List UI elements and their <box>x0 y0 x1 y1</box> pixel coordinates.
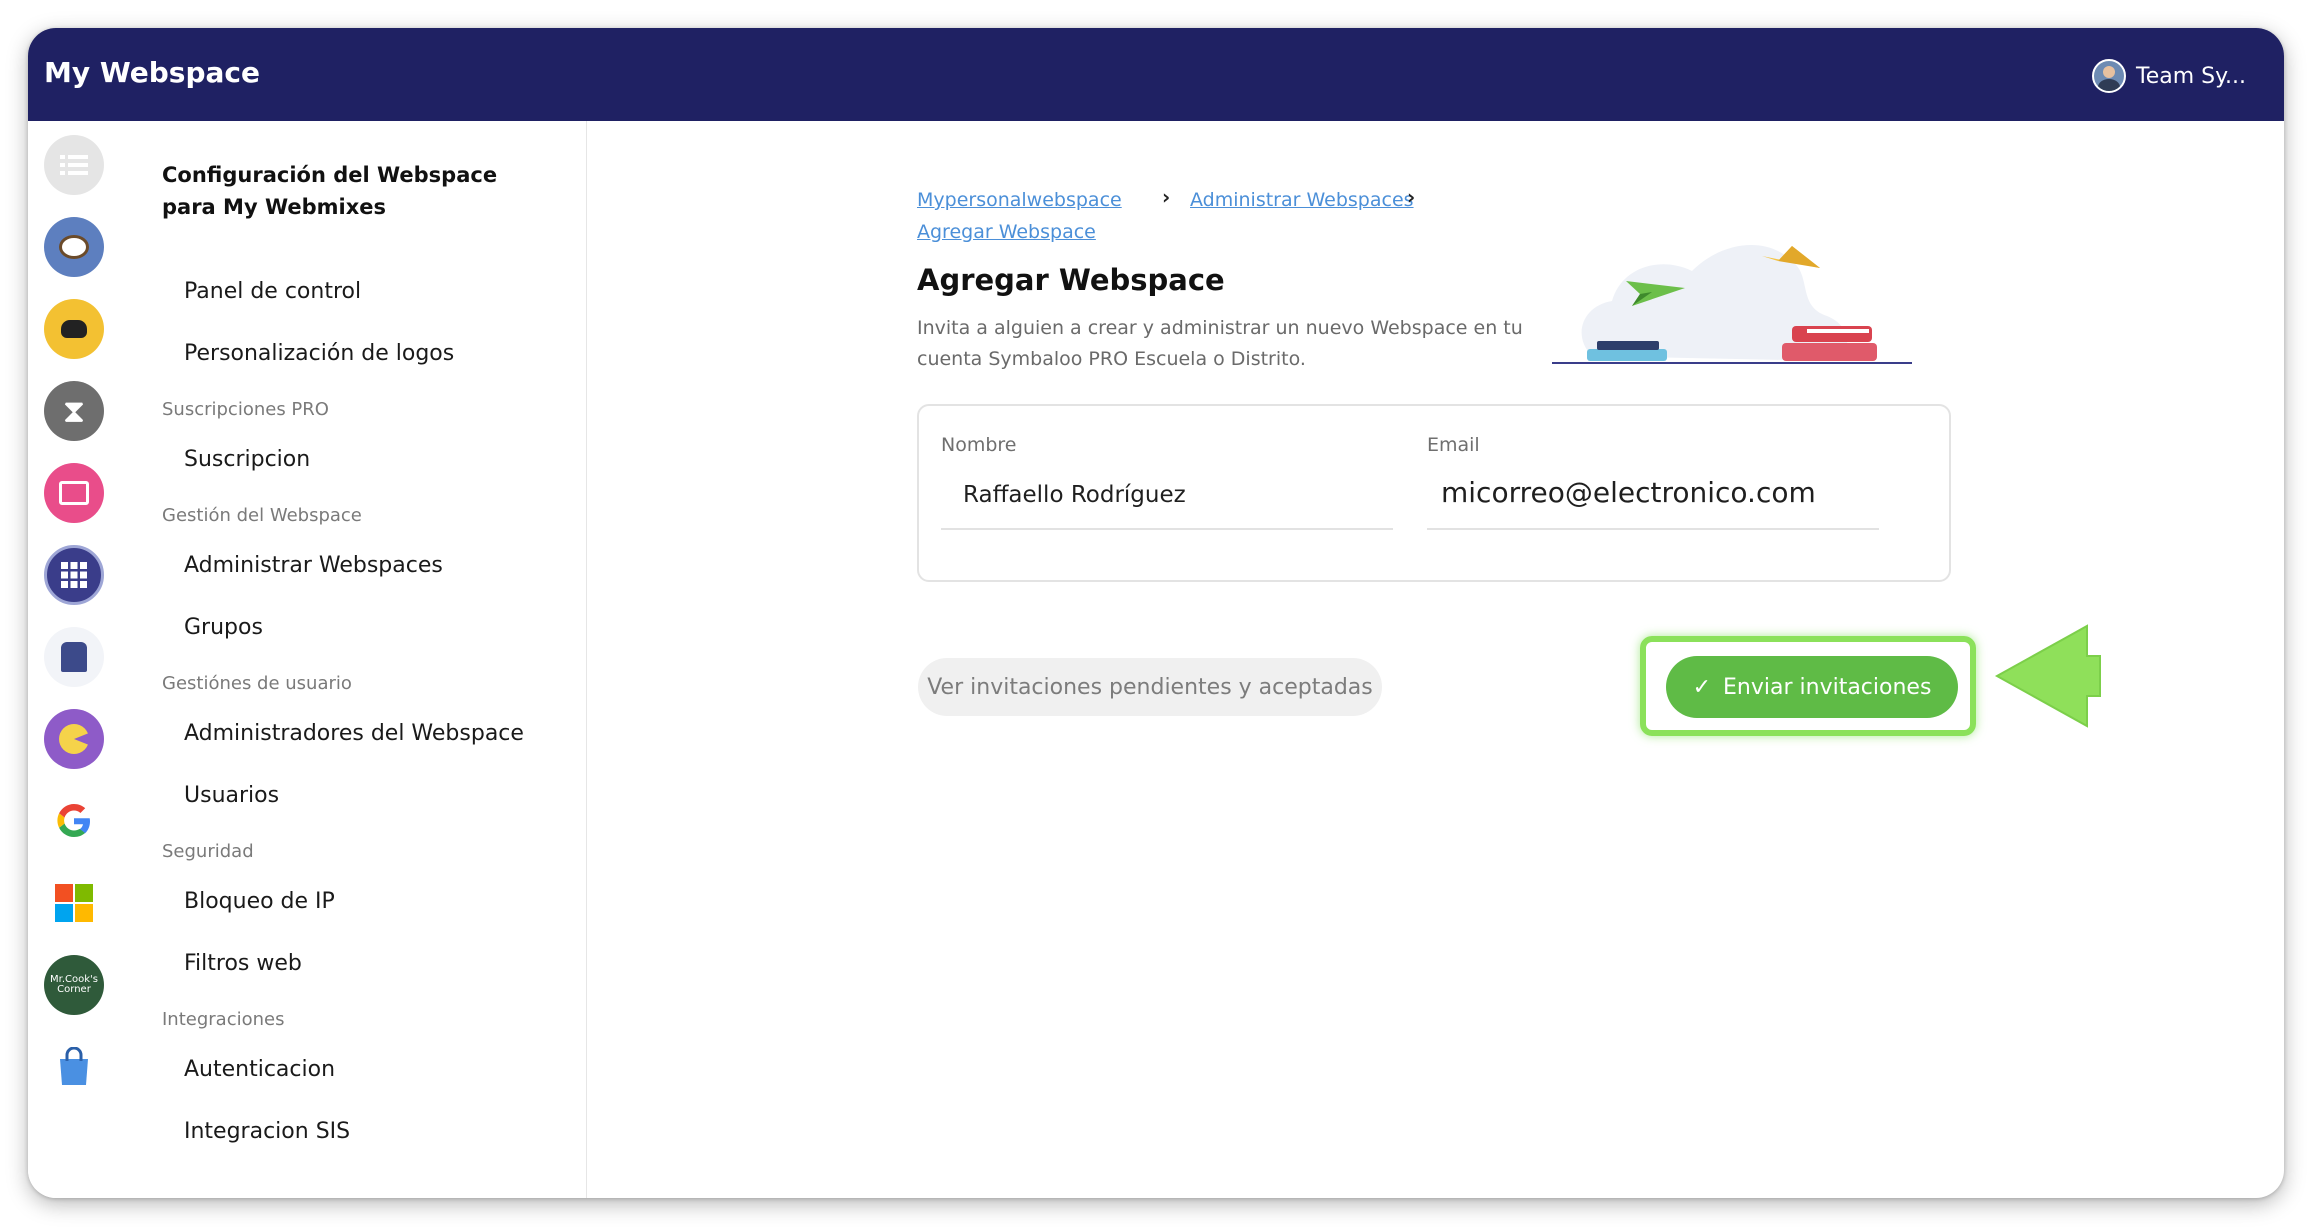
nav-item-filtros[interactable]: Filtros web <box>184 951 302 976</box>
nav-section-usuario: Gestiónes de usuario <box>162 673 352 694</box>
google-icon[interactable] <box>44 791 104 851</box>
graduates-icon[interactable] <box>44 627 104 687</box>
app-window: My Webspace Team Sy... Mr <box>28 28 2284 1198</box>
nav-item-logos[interactable]: Personalización de logos <box>184 341 454 366</box>
chevron-right-icon: › <box>1407 185 1416 209</box>
webmix-icon-bar: Mr.Cook's Corner <box>28 121 123 1198</box>
shopping-bag-icon[interactable] <box>44 1037 104 1097</box>
name-field[interactable]: Raffaello Rodríguez <box>963 482 1186 508</box>
nav-section-integraciones: Integraciones <box>162 1009 285 1030</box>
hourglass-icon[interactable] <box>44 381 104 441</box>
email-field-underline <box>1427 528 1879 530</box>
settings-title: Configuración del Webspace para My Webmi… <box>162 163 498 219</box>
pacman-icon[interactable] <box>44 709 104 769</box>
page-description: Invita a alguien a crear y administrar u… <box>917 317 1523 370</box>
send-invitations-button[interactable]: ✓ Enviar invitaciones <box>1666 656 1958 718</box>
pointer-arrow-icon <box>1994 624 2101 728</box>
owl-icon[interactable] <box>44 217 104 277</box>
email-label: Email <box>1427 434 1480 456</box>
breadcrumb-link-home[interactable]: Mypersonalwebspace <box>917 189 1122 211</box>
name-label: Nombre <box>941 434 1017 456</box>
cat-icon[interactable] <box>44 299 104 359</box>
invite-form: Nombre Raffaello Rodríguez Email micorre… <box>917 404 1951 582</box>
send-invitations-label: Enviar invitaciones <box>1723 674 1932 700</box>
nav-item-grupos[interactable]: Grupos <box>184 615 263 640</box>
nav-item-ip[interactable]: Bloqueo de IP <box>184 889 335 914</box>
user-menu[interactable]: Team Sy... <box>2092 58 2246 94</box>
grid-icon[interactable] <box>44 545 104 605</box>
nav-item-admin-webspaces[interactable]: Administrar Webspaces <box>184 553 443 578</box>
view-pending-invitations-button[interactable]: Ver invitaciones pendientes y aceptadas <box>918 658 1382 716</box>
nav-item-panel[interactable]: Panel de control <box>184 279 361 304</box>
nav-item-admins[interactable]: Administradores del Webspace <box>184 721 524 746</box>
check-icon: ✓ <box>1692 674 1712 700</box>
breadcrumb-link-admin[interactable]: Administrar Webspaces <box>1190 189 1414 211</box>
nav-item-usuarios[interactable]: Usuarios <box>184 783 279 808</box>
presentation-icon[interactable] <box>44 463 104 523</box>
list-icon[interactable] <box>44 135 104 195</box>
nav-section-pro: Suscripciones PRO <box>162 399 329 420</box>
nav-item-sis[interactable]: Integracion SIS <box>184 1119 350 1144</box>
chevron-right-icon: › <box>1162 185 1171 209</box>
cooks-corner-icon[interactable]: Mr.Cook's Corner <box>44 955 104 1015</box>
nav-item-auth[interactable]: Autenticacion <box>184 1057 335 1082</box>
nav-section-seguridad: Seguridad <box>162 841 254 862</box>
settings-sidebar: Configuración del Webspace para My Webmi… <box>122 121 587 1198</box>
breadcrumb-link-current[interactable]: Agregar Webspace <box>917 221 1096 243</box>
app-title: My Webspace <box>44 56 260 89</box>
email-field[interactable]: micorreo@electronico.com <box>1441 476 1816 509</box>
nav-section-gestion: Gestión del Webspace <box>162 505 362 526</box>
user-name: Team Sy... <box>2136 63 2246 89</box>
cooks-corner-label: Mr.Cook's Corner <box>50 974 98 995</box>
main-content: Mypersonalwebspace › Administrar Webspac… <box>587 121 2284 1198</box>
microsoft-icon[interactable] <box>44 873 104 933</box>
page-title: Agregar Webspace <box>917 263 1225 297</box>
avatar <box>2092 59 2127 93</box>
name-field-underline <box>941 528 1393 530</box>
nav-item-suscripcion[interactable]: Suscripcion <box>184 447 310 472</box>
paper-planes-illustration <box>1552 244 1912 364</box>
top-bar: My Webspace Team Sy... <box>28 28 2284 121</box>
